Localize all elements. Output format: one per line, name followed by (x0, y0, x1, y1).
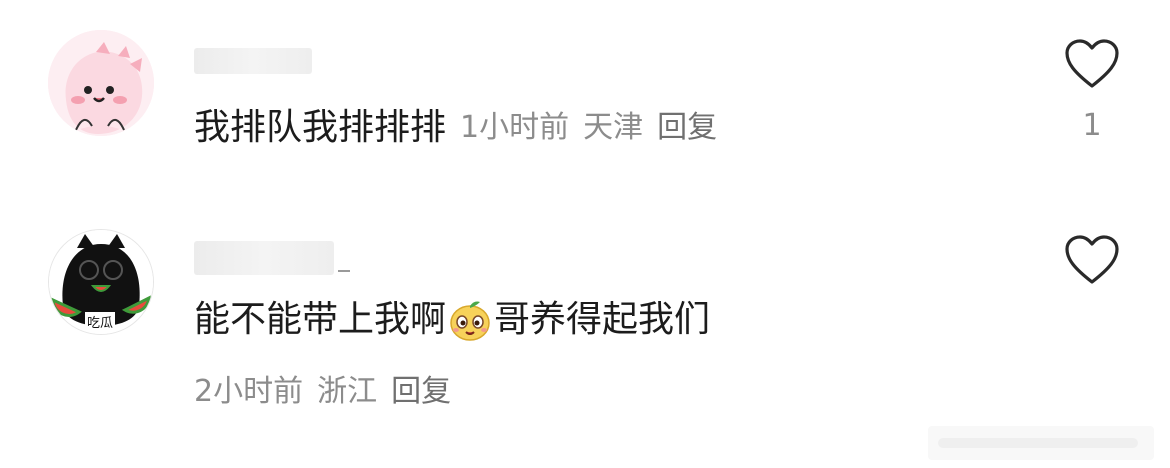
comment-time: 1小时前 (460, 110, 570, 145)
sticker-emoji-icon (450, 301, 490, 341)
comment-text: 我排队我排排排 (194, 107, 447, 148)
comment-text-part2: 哥养得起我们 (494, 299, 711, 340)
user-avatar[interactable]: 吃瓜 (48, 229, 154, 335)
username-dash (338, 270, 350, 272)
username-redacted[interactable] (194, 48, 312, 74)
username-redacted[interactable] (194, 241, 334, 275)
comment-item: 我排队我排排排 1小时前 天津 回复 1 (0, 0, 1170, 200)
watermark-logo (928, 426, 1154, 460)
pink-creature-avatar-icon (48, 30, 154, 136)
comment-text-part1: 能不能带上我啊 (194, 299, 447, 340)
avatar-caption: 吃瓜 (85, 312, 116, 331)
comment-time: 2小时前 (194, 374, 304, 409)
reply-button[interactable]: 回复 (657, 106, 717, 150)
heart-outline-icon[interactable] (1064, 234, 1120, 286)
comment-meta: 2小时前 浙江 回复 (194, 372, 451, 412)
comment-body: 我排队我排排排 1小时前 天津 回复 (194, 106, 717, 150)
comment-body: 能不能带上我啊 哥养得起我们 (194, 298, 710, 342)
comment-meta: 1小时前 天津 回复 (460, 106, 717, 150)
heart-outline-icon[interactable] (1064, 38, 1120, 90)
user-avatar[interactable] (48, 30, 154, 136)
like-count: 1 (1082, 108, 1102, 143)
comment-location: 浙江 (317, 374, 378, 409)
reply-button[interactable]: 回复 (391, 372, 451, 412)
comment-location: 天津 (583, 110, 644, 145)
